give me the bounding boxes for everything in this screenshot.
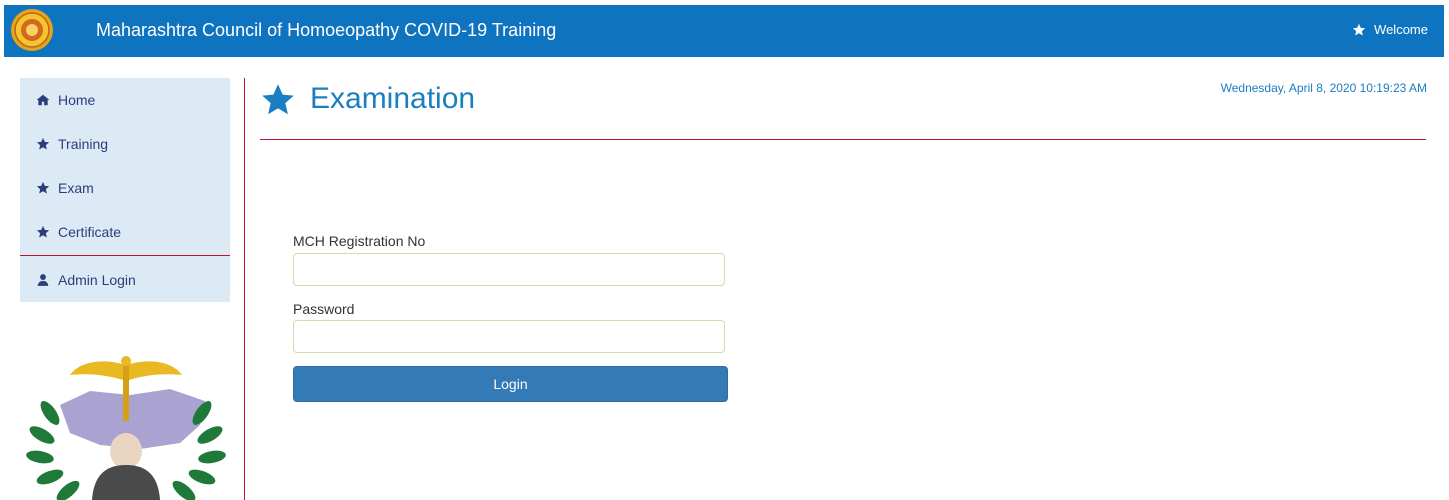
sidebar: Home Training Exam Certificate Admin Log…	[20, 78, 230, 302]
star-icon	[1352, 23, 1366, 36]
sidebar-item-admin-login[interactable]: Admin Login	[20, 258, 230, 302]
sidebar-item-label: Home	[58, 92, 96, 108]
login-button[interactable]: Login	[293, 366, 728, 402]
sidebar-item-training[interactable]: Training	[20, 122, 230, 166]
sidebar-item-label: Training	[58, 136, 109, 152]
star-icon	[36, 181, 50, 195]
sidebar-item-certificate[interactable]: Certificate	[20, 210, 230, 254]
sidebar-item-label: Exam	[58, 180, 94, 196]
state-emblem-icon	[11, 9, 53, 51]
welcome-link[interactable]: Welcome	[1352, 22, 1428, 37]
sidebar-item-exam[interactable]: Exam	[20, 166, 230, 210]
current-datetime: Wednesday, April 8, 2020 10:19:23 AM	[1220, 81, 1427, 95]
password-label: Password	[293, 301, 355, 317]
council-logo	[26, 356, 226, 500]
user-icon	[36, 273, 50, 287]
app-title: Maharashtra Council of Homoeopathy COVID…	[96, 20, 557, 40]
sidebar-item-label: Admin Login	[58, 272, 136, 288]
password-input[interactable]	[293, 320, 725, 353]
sidebar-item-label: Certificate	[58, 224, 122, 240]
title-divider	[260, 139, 1426, 140]
top-bar: Maharashtra Council of Homoeopathy COVID…	[4, 5, 1444, 57]
registration-input[interactable]	[293, 253, 725, 286]
sidebar-divider	[20, 255, 230, 256]
star-icon	[262, 84, 294, 115]
registration-label: MCH Registration No	[293, 233, 426, 249]
star-icon	[36, 225, 50, 239]
sidebar-item-home[interactable]: Home	[20, 78, 230, 122]
star-icon	[36, 137, 50, 151]
home-icon	[36, 93, 50, 107]
page-title: Examination	[310, 82, 476, 115]
welcome-label: Welcome	[1374, 22, 1428, 37]
content-divider-vertical	[244, 78, 245, 500]
